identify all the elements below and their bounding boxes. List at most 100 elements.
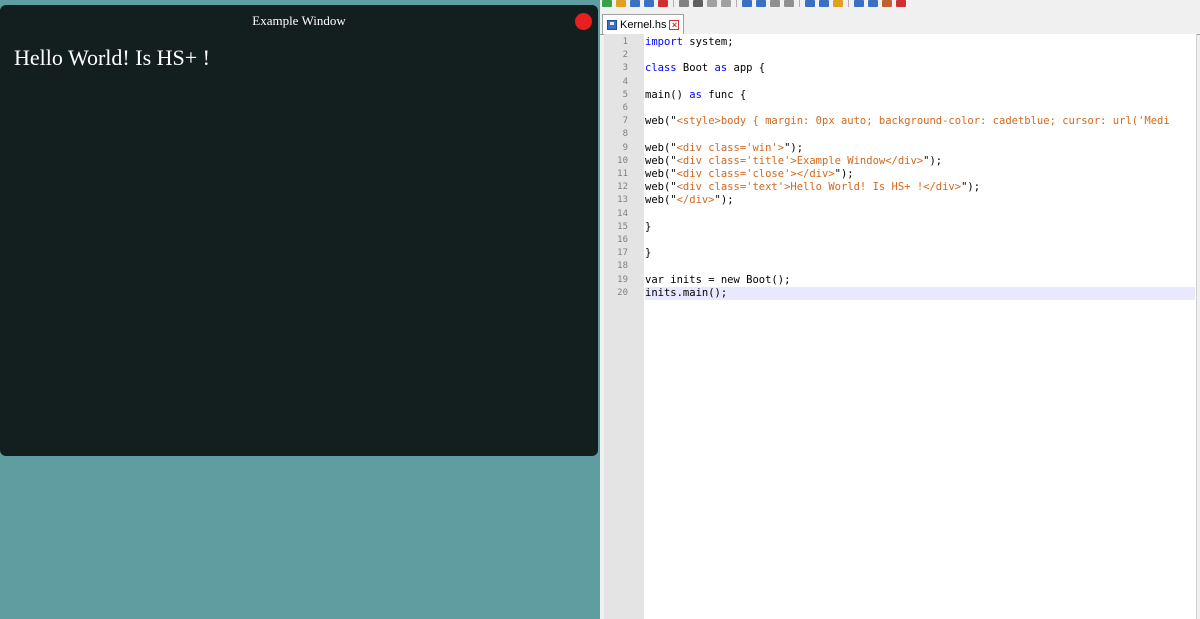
code-editor: Kernel.hs × 1 2 3 4 5 6 7 8 9 10 11 12 13 14 15 16 17 18 1… [600,0,1200,619]
code-text: main() [645,88,690,101]
line-number: 11 [617,169,628,179]
tab-label: Kernel.hs [620,18,667,31]
code-text: web(" [645,181,677,194]
code-line[interactable]: inits.main(); [645,286,1195,300]
zoom-in-icon[interactable] [805,0,815,7]
code-line[interactable]: } [645,247,651,260]
redo-icon[interactable] [756,0,766,7]
line-number: 8 [622,129,628,140]
code-text: web(" [645,141,677,154]
open-icon[interactable] [616,0,626,7]
line-number: 3 [622,63,628,74]
line-number: 6 [622,103,628,113]
line-number: 13 [617,195,628,206]
code-line[interactable]: } [645,221,651,234]
copy-icon[interactable] [707,0,717,7]
line-number: 18 [617,261,628,272]
code-line[interactable]: web("<div class='title'>Example Window</… [645,155,942,168]
replace-icon[interactable] [784,0,794,7]
code-string: <div class='win'> [676,141,785,154]
code-text: "); [834,168,854,180]
indent-icon[interactable] [868,0,878,7]
code-area[interactable]: import system; class Boot as app { main() … [644,34,1197,619]
code-keyword: as [714,62,728,75]
line-number: 12 [617,182,628,193]
window-text: Hello World! Is HS+ ! [14,45,210,70]
code-line[interactable]: import system; [645,36,734,49]
sync-icon[interactable] [833,0,843,7]
code-keyword: import [645,36,683,48]
code-string: <div class='close'></div> [676,168,835,180]
rendered-page: Example Window Hello World! Is HS+ ! [0,0,600,619]
line-number: 1 [622,37,628,47]
code-keyword: as [689,88,702,101]
code-text: "); [784,141,804,154]
wrap-icon[interactable] [854,0,864,7]
toolbar-separator [673,0,674,7]
code-string: <style>body { margin: 0px auto; backgrou… [676,115,1170,128]
print-icon[interactable] [679,0,689,7]
code-string: <div class='text'>Hello World! Is HS+ !<… [676,181,962,194]
toolbar-separator [799,0,800,7]
line-number: 14 [617,208,628,219]
line-number: 20 [617,287,628,298]
code-line[interactable]: web("<div class='text'>Hello World! Is H… [645,181,980,194]
save-all-icon[interactable] [644,0,654,7]
code-text: system; [682,36,734,48]
close-icon[interactable] [658,0,668,7]
line-number: 15 [617,221,628,232]
code-text: web(" [645,154,677,167]
code-line[interactable]: main() as func { [645,89,746,102]
code-text: Boot [676,62,715,75]
code-line[interactable]: class Boot as app { [645,62,765,75]
code-text: "); [961,181,981,194]
zoom-out-icon[interactable] [819,0,829,7]
example-window: Example Window Hello World! Is HS+ ! [0,5,598,456]
editor-toolbar [600,0,1200,12]
code-line[interactable]: var inits = new Boot(); [645,274,790,287]
code-string: <div class='title'>Example Window</div> [676,154,924,167]
tab-close-icon[interactable]: × [669,19,680,30]
line-number: 4 [622,76,628,87]
code-text: var inits = new Boot(); [645,273,791,286]
line-number-gutter: 1 2 3 4 5 6 7 8 9 10 11 12 13 14 15 16 17 18 19 20 [604,34,645,619]
paste-icon[interactable] [721,0,731,7]
code-keyword: class [645,62,677,75]
line-number: 16 [617,235,628,245]
code-text: func { [701,88,747,101]
toolbar-separator [848,0,849,7]
cut-icon[interactable] [693,0,703,7]
code-text: web(" [645,115,677,128]
code-line[interactable]: web("<div class='win'>"); [645,142,803,155]
code-line[interactable]: web("<style>body { margin: 0px auto; bac… [645,115,1170,128]
tab-bar: Kernel.hs × [600,12,1200,35]
run-icon[interactable] [896,0,906,7]
line-number: 10 [617,155,628,166]
window-title: Example Window [252,13,346,28]
find-icon[interactable] [770,0,780,7]
undo-icon[interactable] [742,0,752,7]
code-text: inits.main(); [645,286,728,299]
new-icon[interactable] [602,0,612,7]
tab-kernel-hs[interactable]: Kernel.hs × [602,14,685,34]
code-text: web(" [645,194,677,207]
code-string: </div> [676,194,715,207]
code-text: "); [714,194,734,207]
line-number: 19 [617,274,628,285]
code-text: } [645,247,652,260]
code-line[interactable]: web("</div>"); [645,194,734,207]
code-text: web(" [645,168,677,180]
file-save-icon [607,19,617,30]
code-text: } [645,220,652,233]
line-number: 9 [622,142,628,153]
line-number: 17 [617,248,628,259]
toolbar-separator [736,0,737,7]
line-number: 7 [622,116,628,127]
save-icon[interactable] [630,0,640,7]
code-line[interactable]: web("<div class='close'></div>"); [645,168,854,181]
window-close-button[interactable] [575,13,592,30]
code-text: app { [727,62,766,75]
macro-icon[interactable] [882,0,892,7]
code-text: "); [923,154,943,167]
line-number: 2 [622,50,628,61]
